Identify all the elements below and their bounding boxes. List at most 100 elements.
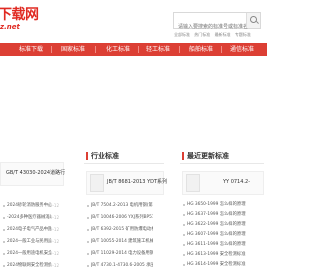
nav-item-light-industry[interactable]: 轻工标准 [141,43,175,56]
nav-divider [95,46,96,53]
nav-item-download[interactable]: 标准下载 [14,43,48,56]
list-item[interactable]: HG 3607-1999 怎么样的原理 [180,230,264,240]
list-item[interactable]: HG 3637-1999 怎么样的原理 [180,210,264,220]
list-item[interactable]: HG 3613-1999 安全检测标准 [180,250,264,260]
right-column: 最近更新标准 YY 0714.2- HG 3650-1999 怎么样的原理 HG… [180,148,264,271]
left-column: GB/T 43030-2024道路行 2024砂轮消防服务中心 09-12 -20… [0,162,66,271]
list-item-title: JB/T 11029-2014 电力设备用钢管 [91,251,153,256]
bullet-icon [183,214,185,216]
document-thumbnail [90,174,104,192]
search-button[interactable] [246,13,260,28]
nav-item-chemical[interactable]: 化工标准 [101,43,135,56]
right-feature-card[interactable]: YY 0714.2- [182,171,264,195]
document-thumbnail [186,174,200,192]
list-item-title: 2024物联网安全检测机 [7,263,51,268]
bullet-icon [87,217,89,219]
nav-item-shipping[interactable]: 船舶标准 [184,43,218,56]
list-item-title: 2024一般用途电机安全 [7,251,51,256]
list-item-date: 09-12 [47,239,59,244]
list-item[interactable]: 2024电子电气产品中限 09-12 [0,224,62,236]
section-marker [182,152,184,160]
right-column-header: 最近更新标准 [180,148,264,164]
list-item-title: 2024电子电气产品中限 [7,227,51,232]
list-item[interactable]: JB/T 6392-2015 矿用防爆电动机 [84,224,164,236]
list-item-title: HG 3622-1999 怎么样的原理 [187,222,246,227]
hot-link[interactable]: 最新标准 [215,32,231,37]
hot-link[interactable]: 专题标准 [235,32,251,37]
list-item-title: JB/T 6392-2015 矿用防爆电动机 [91,227,153,232]
bullet-icon [183,234,185,236]
bullet-icon [183,254,185,256]
right-list: HG 3650-1999 怎么样的原理 HG 3637-1999 怎么样的原理 … [180,200,264,270]
left-feature-card[interactable]: GB/T 43030-2024道路行 [0,162,66,186]
search-icon [250,16,257,23]
list-item-date: 09-12 [47,251,59,256]
list-item-title: HG 3614-1999 安全检测标准 [187,262,246,267]
main-nav: 标准下载 国家标准 化工标准 轻工标准 船舶标准 通信标准 [0,43,267,56]
bullet-icon [183,244,185,246]
list-item-title: JB/T 4730.1-4730.6-2005 承压设备无 [91,263,153,268]
middle-column-title: 行业标准 [91,152,119,160]
nav-divider [138,46,139,53]
search-box [173,12,261,35]
list-item-title: JB/T 10046-2006 YXJ系列BP51系 [91,215,153,220]
list-item[interactable]: HG 3611-1999 怎么样的原理 [180,240,264,250]
list-item[interactable]: HG 3614-1999 安全检测标准 [180,260,264,270]
list-item[interactable]: JB/T 10055-2014 建筑施工机械与设 [84,236,164,248]
bullet-icon [87,229,89,231]
list-item-date: 09-12 [47,227,59,232]
hot-links: 全部标准 热门标准 最新标准 专题标准 [174,32,254,38]
nav-divider [221,46,222,53]
site-logo[interactable]: 下载网 z.net [0,7,48,31]
list-item[interactable]: HG 3650-1999 怎么样的原理 [180,200,264,210]
middle-column-header: 行业标准 [84,148,164,164]
nav-divider [179,46,180,53]
bullet-icon [183,264,185,266]
bullet-icon [3,229,5,231]
list-item-title: HG 3611-1999 怎么样的原理 [187,242,246,247]
left-list: 2024砂轮消防服务中心 09-12 -2024多种医疗器械消毒 09-12 202… [0,200,62,271]
list-item-title: -2024多种医疗器械消毒 [7,215,51,220]
list-item[interactable]: JB/T 7504.2-2013 电机用钢(第2部 [84,200,164,212]
list-item-title: JB/T 10055-2014 建筑施工机械与设 [91,239,153,244]
middle-feature-card[interactable]: JB/T 8681-2013 YDT系列 [86,171,168,195]
list-item[interactable]: JB/T 10046-2006 YXJ系列BP51系 [84,212,164,224]
list-item[interactable]: JB/T 4730.1-4730.6-2005 承压设备无 [84,260,164,271]
page: 下载网 z.net 全部标准 热门标准 最新标准 专题标准 标准下载 国家标准 … [0,0,267,271]
list-item[interactable]: JB/T 11029-2014 电力设备用钢管 [84,248,164,260]
hot-link[interactable]: 热门标准 [194,32,210,37]
list-item-title: JB/T 7504.2-2013 电机用钢(第2部 [91,203,153,208]
middle-column: 行业标准 JB/T 8681-2013 YDT系列 JB/T 7504.2-20… [84,148,168,271]
list-item[interactable]: 2024一般用途电机安全 09-12 [0,248,62,260]
logo-text: 下载网 [0,7,39,23]
list-item-title: 2024一般工业与民用设 [7,239,51,244]
list-item[interactable]: 2024一般工业与民用设 09-12 [0,236,62,248]
list-item-title: HG 3613-1999 安全检测标准 [187,252,246,257]
section-marker [86,152,88,160]
hot-link[interactable]: 全部标准 [174,32,190,37]
bullet-icon [3,253,5,255]
bullet-icon [87,253,89,255]
bullet-icon [87,241,89,243]
nav-item-telecom[interactable]: 通信标准 [225,43,259,56]
list-item[interactable]: -2024多种医疗器械消毒 09-12 [0,212,62,224]
list-item[interactable]: 2024砂轮消防服务中心 09-12 [0,200,62,212]
nav-divider [51,46,52,53]
bullet-icon [3,241,5,243]
bullet-icon [87,205,89,207]
logo-subtext: z.net [0,23,20,31]
nav-item-national[interactable]: 国家标准 [56,43,90,56]
bullet-icon [183,204,185,206]
bullet-icon [183,224,185,226]
bullet-icon [3,217,5,219]
bullet-icon [87,265,89,267]
list-item[interactable]: 2024物联网安全检测机 09-12 [0,260,62,271]
bullet-icon [3,205,5,207]
right-feature-title: YY 0714.2- [223,179,250,185]
middle-feature-title: JB/T 8681-2013 YDT系列 [107,179,168,185]
list-item-title: HG 3650-1999 怎么样的原理 [187,202,246,207]
list-item-title: 2024砂轮消防服务中心 [7,203,51,208]
right-column-title: 最近更新标准 [187,152,229,160]
left-feature-title: GB/T 43030-2024道路行 [6,170,66,176]
list-item[interactable]: HG 3622-1999 怎么样的原理 [180,220,264,230]
